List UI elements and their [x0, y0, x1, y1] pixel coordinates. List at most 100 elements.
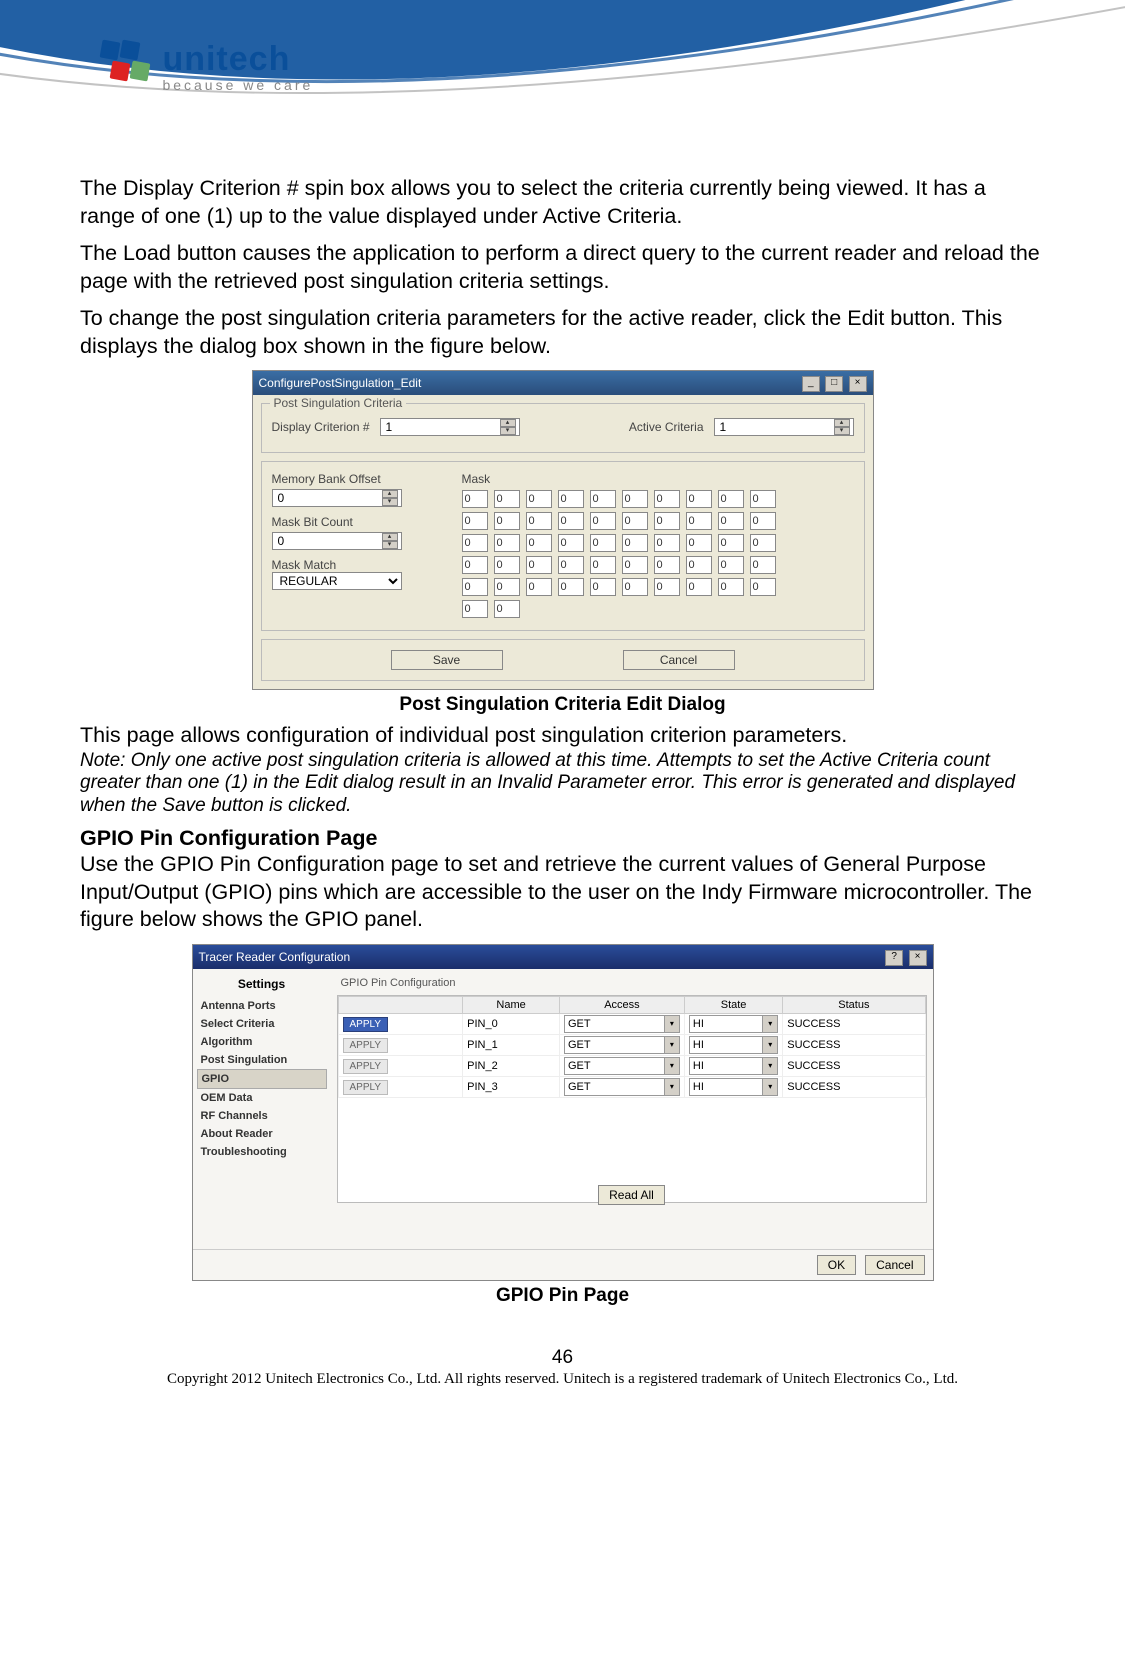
sidenav-item-antenna-ports[interactable]: Antenna Ports	[197, 997, 327, 1015]
apply-button[interactable]: APPLY	[343, 1038, 389, 1053]
mask-cell[interactable]: 0	[718, 512, 744, 530]
mask-cell[interactable]: 0	[622, 534, 648, 552]
mask-cell[interactable]: 0	[590, 556, 616, 574]
access-select[interactable]: GET▾	[564, 1036, 680, 1054]
chevron-down-icon[interactable]: ▾	[762, 1058, 777, 1074]
chevron-down-icon[interactable]: ▾	[762, 1037, 777, 1053]
display-criterion-spinbox[interactable]: ▴▾	[380, 418, 520, 436]
mask-cell[interactable]: 0	[750, 578, 776, 596]
display-criterion-input[interactable]	[384, 419, 500, 435]
cancel-button[interactable]: Cancel	[865, 1255, 924, 1275]
spin-down-icon[interactable]: ▾	[500, 427, 516, 435]
mask-cell[interactable]: 0	[558, 578, 584, 596]
mask-cell[interactable]: 0	[718, 578, 744, 596]
cancel-button[interactable]: Cancel	[623, 650, 735, 670]
mask-cell[interactable]: 0	[526, 534, 552, 552]
mask-cell[interactable]: 0	[750, 534, 776, 552]
mask-cell[interactable]: 0	[494, 556, 520, 574]
mask-cell[interactable]: 0	[686, 534, 712, 552]
spin-up-icon[interactable]: ▴	[834, 419, 850, 427]
mask-cell[interactable]: 0	[718, 534, 744, 552]
mask-cell[interactable]: 0	[654, 512, 680, 530]
mask-cell[interactable]: 0	[558, 490, 584, 508]
apply-button[interactable]: APPLY	[343, 1059, 389, 1074]
save-button[interactable]: Save	[391, 650, 503, 670]
mask-cell[interactable]: 0	[654, 490, 680, 508]
spin-up-icon[interactable]: ▴	[382, 533, 398, 541]
sidenav-item-rf-channels[interactable]: RF Channels	[197, 1107, 327, 1125]
mask-bit-count-spinbox[interactable]: ▴▾	[272, 532, 402, 550]
spin-down-icon[interactable]: ▾	[382, 541, 398, 549]
chevron-down-icon[interactable]: ▾	[664, 1016, 679, 1032]
mask-cell[interactable]: 0	[494, 512, 520, 530]
maximize-icon[interactable]: □	[825, 376, 843, 392]
minimize-icon[interactable]: _	[802, 376, 820, 392]
active-criteria-spinbox[interactable]: ▴▾	[714, 418, 854, 436]
mask-cell[interactable]: 0	[686, 490, 712, 508]
state-select[interactable]: HI▾	[689, 1015, 778, 1033]
state-select[interactable]: HI▾	[689, 1078, 778, 1096]
mask-cell[interactable]: 0	[718, 556, 744, 574]
mask-cell[interactable]: 0	[494, 600, 520, 618]
help-icon[interactable]: ?	[885, 950, 903, 966]
mask-cell[interactable]: 0	[462, 490, 488, 508]
memory-bank-offset-spinbox[interactable]: ▴▾	[272, 489, 402, 507]
sidenav-item-troubleshooting[interactable]: Troubleshooting	[197, 1143, 327, 1161]
chevron-down-icon[interactable]: ▾	[664, 1037, 679, 1053]
mask-cell[interactable]: 0	[558, 512, 584, 530]
chevron-down-icon[interactable]: ▾	[664, 1079, 679, 1095]
mask-cell[interactable]: 0	[686, 556, 712, 574]
mask-cell[interactable]: 0	[654, 534, 680, 552]
active-criteria-input[interactable]	[718, 419, 834, 435]
access-select[interactable]: GET▾	[564, 1078, 680, 1096]
mask-cell[interactable]: 0	[526, 556, 552, 574]
mask-cell[interactable]: 0	[590, 512, 616, 530]
close-icon[interactable]: ×	[849, 376, 867, 392]
mask-cell[interactable]: 0	[462, 512, 488, 530]
mask-cell[interactable]: 0	[526, 578, 552, 596]
spin-up-icon[interactable]: ▴	[500, 419, 516, 427]
mask-cell[interactable]: 0	[494, 490, 520, 508]
mask-cell[interactable]: 0	[622, 578, 648, 596]
mask-match-select[interactable]: REGULAR	[272, 572, 402, 590]
sidenav-item-select-criteria[interactable]: Select Criteria	[197, 1015, 327, 1033]
chevron-down-icon[interactable]: ▾	[762, 1016, 777, 1032]
mask-cell[interactable]: 0	[462, 578, 488, 596]
spin-down-icon[interactable]: ▾	[834, 427, 850, 435]
mask-cell[interactable]: 0	[462, 556, 488, 574]
mask-cell[interactable]: 0	[750, 490, 776, 508]
mask-cell[interactable]: 0	[526, 512, 552, 530]
mask-cell[interactable]: 0	[494, 578, 520, 596]
spin-down-icon[interactable]: ▾	[382, 498, 398, 506]
sidenav-item-algorithm[interactable]: Algorithm	[197, 1033, 327, 1051]
mask-cell[interactable]: 0	[654, 556, 680, 574]
mask-cell[interactable]: 0	[686, 578, 712, 596]
mask-cell[interactable]: 0	[526, 490, 552, 508]
sidenav-item-about-reader[interactable]: About Reader	[197, 1125, 327, 1143]
state-select[interactable]: HI▾	[689, 1057, 778, 1075]
chevron-down-icon[interactable]: ▾	[664, 1058, 679, 1074]
mask-cell[interactable]: 0	[686, 512, 712, 530]
mask-cell[interactable]: 0	[558, 556, 584, 574]
mask-cell[interactable]: 0	[622, 512, 648, 530]
mask-cell[interactable]: 0	[590, 578, 616, 596]
mask-cell[interactable]: 0	[590, 490, 616, 508]
spin-up-icon[interactable]: ▴	[382, 490, 398, 498]
mask-cell[interactable]: 0	[558, 534, 584, 552]
mask-cell[interactable]: 0	[750, 556, 776, 574]
apply-button[interactable]: APPLY	[343, 1017, 389, 1032]
mask-cell[interactable]: 0	[462, 534, 488, 552]
close-icon[interactable]: ×	[909, 950, 927, 966]
mask-cell[interactable]: 0	[494, 534, 520, 552]
sidenav-item-oem-data[interactable]: OEM Data	[197, 1089, 327, 1107]
mask-cell[interactable]: 0	[750, 512, 776, 530]
sidenav-item-post-singulation[interactable]: Post Singulation	[197, 1051, 327, 1069]
mask-cell[interactable]: 0	[590, 534, 616, 552]
state-select[interactable]: HI▾	[689, 1036, 778, 1054]
apply-button[interactable]: APPLY	[343, 1080, 389, 1095]
mask-cell[interactable]: 0	[654, 578, 680, 596]
mask-cell[interactable]: 0	[622, 556, 648, 574]
sidenav-item-gpio[interactable]: GPIO	[197, 1069, 327, 1089]
mask-cell[interactable]: 0	[718, 490, 744, 508]
mask-cell[interactable]: 0	[622, 490, 648, 508]
